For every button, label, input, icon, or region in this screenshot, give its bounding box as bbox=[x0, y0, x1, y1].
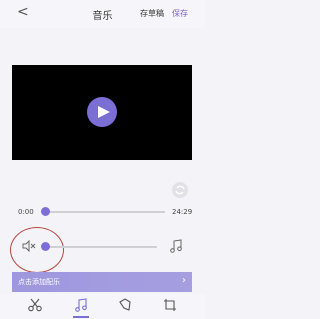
progress-handle[interactable] bbox=[41, 207, 50, 216]
bottom-toolbar bbox=[0, 294, 205, 319]
loop-button[interactable] bbox=[172, 182, 188, 198]
volume-mute-icon[interactable] bbox=[22, 240, 36, 252]
save-draft-button[interactable]: 存草稿 bbox=[140, 8, 164, 19]
progress-track[interactable] bbox=[45, 211, 165, 213]
scissors-icon[interactable] bbox=[28, 298, 42, 312]
sticker-icon[interactable] bbox=[118, 298, 132, 312]
active-tab-indicator bbox=[73, 316, 89, 318]
volume-slider-handle[interactable] bbox=[41, 242, 50, 251]
current-time: 0:00 bbox=[18, 208, 34, 216]
chevron-right-icon: › bbox=[182, 275, 186, 286]
add-music-banner[interactable]: 点击添加配乐 › bbox=[12, 272, 192, 292]
add-music-label: 点击添加配乐 bbox=[18, 278, 60, 286]
volume-slider-track[interactable] bbox=[45, 246, 157, 248]
play-button[interactable] bbox=[87, 97, 117, 127]
music-note-tab-icon[interactable] bbox=[74, 298, 88, 312]
save-button[interactable]: 保存 bbox=[172, 8, 188, 19]
play-icon bbox=[98, 106, 110, 118]
video-preview[interactable] bbox=[12, 65, 192, 160]
loop-icon bbox=[175, 185, 185, 195]
top-bar: < 音乐 存草稿 保存 bbox=[0, 0, 205, 28]
annotation-circle bbox=[10, 227, 64, 273]
total-time: 24:29 bbox=[172, 208, 193, 216]
crop-icon[interactable] bbox=[163, 298, 177, 312]
music-note-icon[interactable] bbox=[170, 239, 182, 253]
